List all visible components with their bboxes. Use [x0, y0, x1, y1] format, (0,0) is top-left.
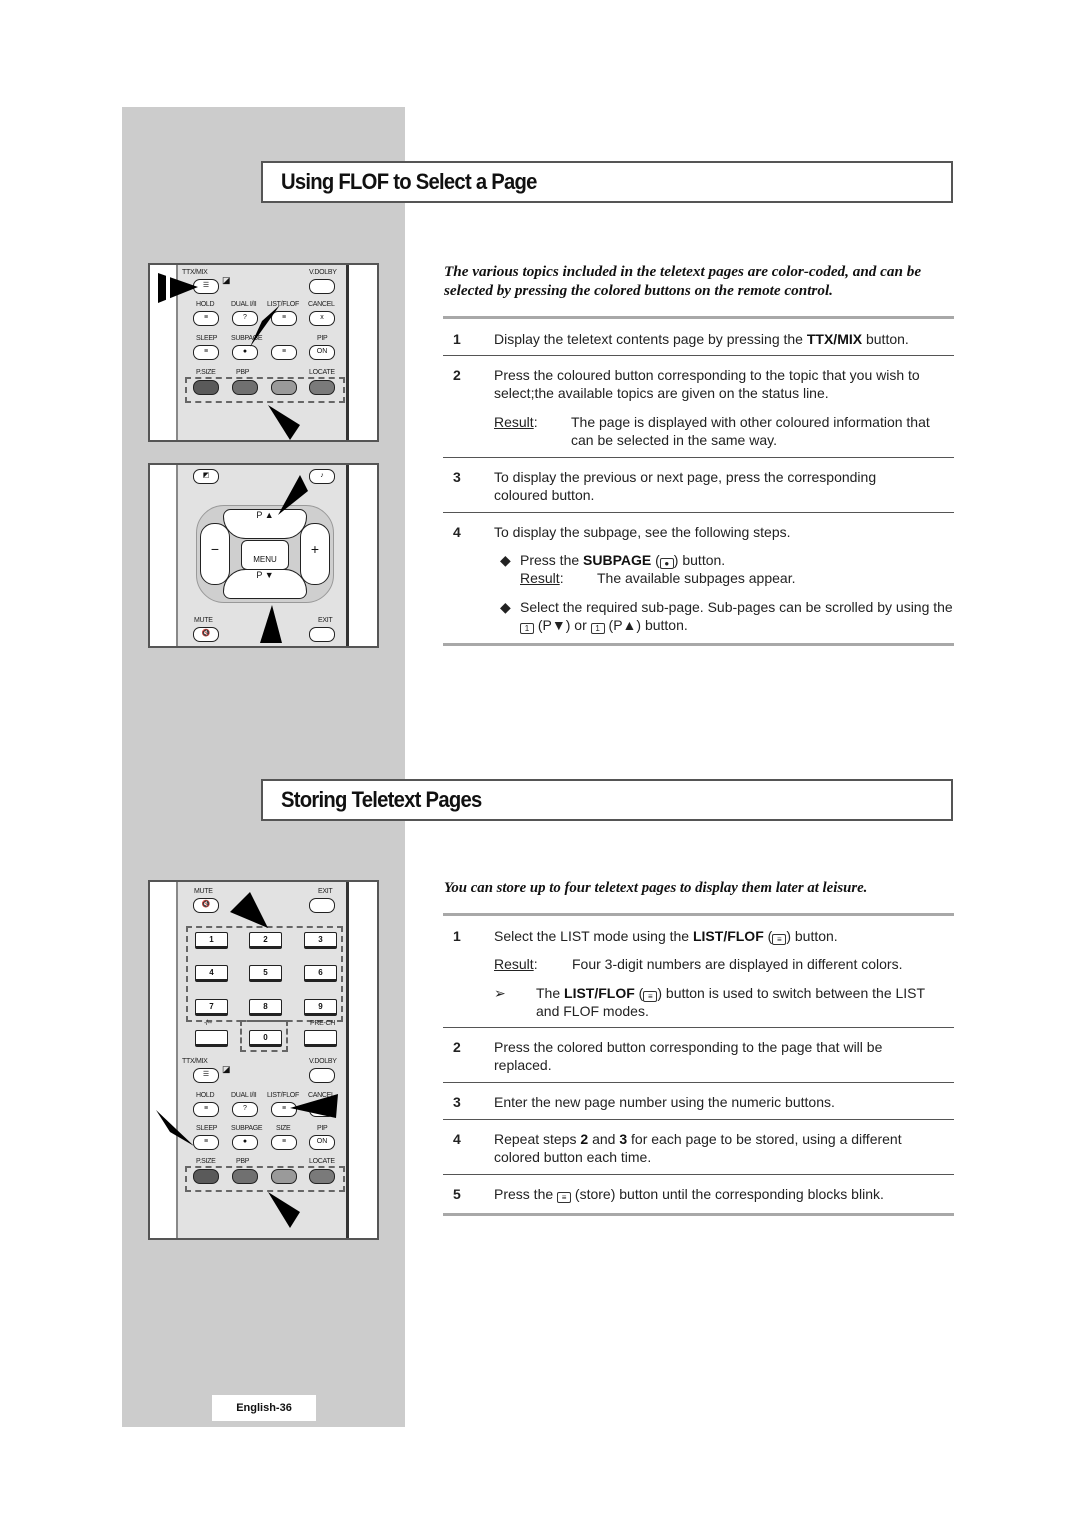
store-icon: ≡ [557, 1192, 572, 1203]
divider [443, 913, 954, 916]
pointer-arrows [158, 271, 300, 440]
pointer-arrow-icon [158, 273, 198, 303]
result-label: Result [494, 956, 534, 972]
pointer-arrow-icon [278, 475, 308, 515]
divider [443, 1213, 954, 1216]
pointer-arrows [156, 892, 338, 1228]
subpage-icon: ● [659, 558, 674, 569]
diamond-bullet-icon: ◆ [500, 552, 511, 568]
result-text: The page is displayed with other coloure… [571, 414, 930, 448]
divider [443, 512, 954, 513]
section-intro: The various topics included in the telet… [444, 263, 922, 299]
divider [443, 355, 954, 356]
result-text: The available subpages appear. [597, 570, 796, 586]
pointer-arrow-icon [156, 1110, 194, 1146]
step-number: 2 [453, 1039, 461, 1055]
step-4-bullet-2: ◆ Select the required sub-page. Sub-page… [500, 599, 953, 634]
section-title-text: Using FLOF to Select a Page [281, 169, 537, 194]
divider [443, 316, 954, 319]
pointer-arrow-icon [268, 405, 300, 440]
divider [443, 1027, 954, 1028]
page-up-icon: 1 [590, 623, 605, 634]
step-text: Press the colored button corresponding t… [494, 1039, 883, 1073]
divider [443, 643, 954, 646]
diamond-bullet-icon: ◆ [500, 599, 511, 615]
step-1-note: ➢ The LIST/FLOF (≡) button is used to sw… [494, 985, 925, 1019]
step-4-bullet-1: ◆ Press the SUBPAGE (●) button. [500, 552, 726, 569]
step-number: 2 [453, 367, 461, 383]
result-label: Result [494, 414, 534, 430]
pointer-arrow-icon [268, 1192, 300, 1228]
step-number: 4 [453, 524, 461, 540]
step-2-result: Result: The page is displayed with other… [494, 413, 954, 448]
step-number: 3 [453, 1094, 461, 1110]
remote-illustration-teletext: TTX/MIX V.DOLBY ☰ ◪ HOLD DUAL I/II LIST/… [148, 263, 379, 442]
divider [443, 1082, 954, 1083]
remote-illustration-storing: MUTE EXIT 🔇 1 2 3 4 5 6 7 8 9 -/-- PRE-C… [148, 880, 379, 1240]
pointer-arrow-icon [230, 892, 268, 928]
step-number: 4 [453, 1131, 461, 1147]
step-number: 1 [453, 331, 461, 347]
page-down-icon: 1 [520, 623, 534, 634]
step-number: 3 [453, 469, 461, 485]
divider [443, 1174, 954, 1175]
result-text: Four 3-digit numbers are displayed in di… [572, 956, 903, 972]
section-intro: You can store up to four teletext pages … [444, 880, 868, 896]
page-number-footer: English-36 [212, 1395, 316, 1421]
step-4-result: Result: The available subpages appear. [520, 569, 960, 587]
divider [443, 1119, 954, 1120]
step-text: Enter the new page number using the nume… [494, 1094, 835, 1110]
list-flof-icon: ≡ [772, 934, 787, 945]
step-text: To display the previous or next page, pr… [494, 469, 877, 503]
step-text: Press the coloured button corresponding … [494, 367, 920, 401]
pointer-arrow-icon [260, 605, 282, 643]
step-1-result: Result: Four 3-digit numbers are display… [494, 955, 954, 973]
note-arrow-icon: ➢ [494, 985, 506, 1001]
remote-illustration-navigation: ◩ ♪ P ▲ P ▼ − + MENU MUTE EXIT 🔇 [148, 463, 379, 648]
result-label: Result [520, 570, 560, 586]
pointer-arrows [260, 475, 308, 643]
pointer-arrow-icon [290, 1094, 338, 1118]
section-title-text: Storing Teletext Pages [281, 787, 482, 812]
step-text: Display the teletext contents page by pr… [494, 331, 909, 347]
list-flof-icon: ≡ [643, 991, 658, 1002]
section-title-storing: Storing Teletext Pages [261, 779, 953, 821]
step-number: 5 [453, 1186, 461, 1202]
divider [443, 457, 954, 458]
step-text: To display the subpage, see the followin… [494, 524, 791, 540]
pointer-arrow-icon [250, 305, 280, 347]
step-number: 1 [453, 928, 461, 944]
section-title-flof: Using FLOF to Select a Page [261, 161, 953, 203]
